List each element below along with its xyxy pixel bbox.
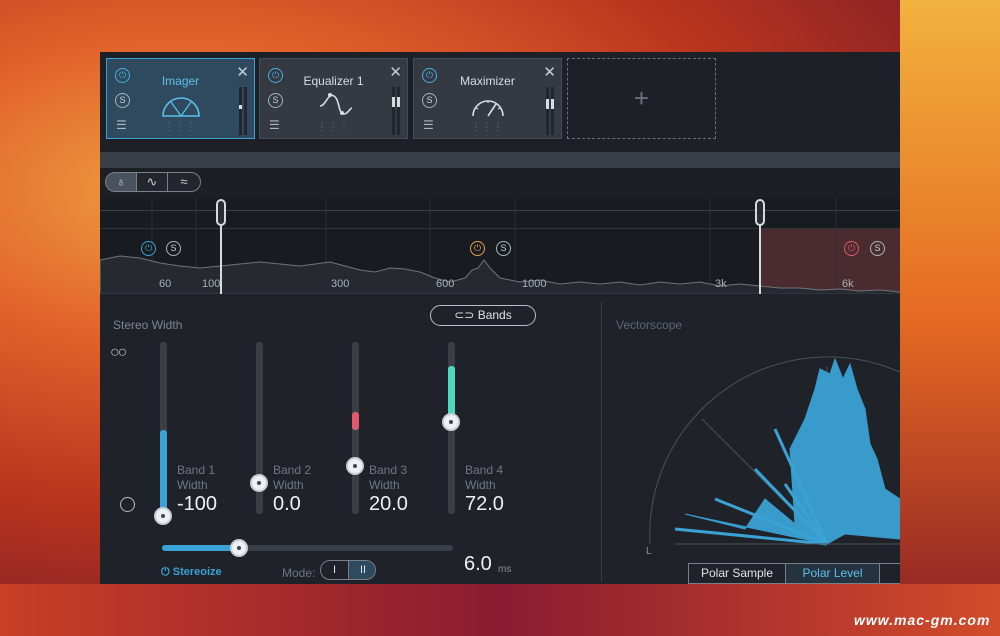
bands-button[interactable]: ⊂⊃ Bands xyxy=(430,305,536,326)
panel-divider xyxy=(100,152,900,168)
gauge-icon xyxy=(472,100,504,117)
freq-label: 300 xyxy=(331,278,350,290)
band-1-value: -100 xyxy=(177,493,218,515)
solo-button[interactable]: S xyxy=(115,93,130,108)
mode-label: Mode: xyxy=(282,566,316,580)
stereoize-toggle[interactable]: ⏻ Stereoize xyxy=(161,566,222,579)
panel-separator xyxy=(601,302,602,582)
vectorscope-mode-tabs: Polar Sample Polar Level xyxy=(688,563,900,584)
freq-label: 1000 xyxy=(522,278,547,290)
bands-button-label: Bands xyxy=(477,308,512,322)
band-4-solo-button[interactable]: S xyxy=(870,241,885,256)
link-icon: ⊂⊃ xyxy=(454,308,478,322)
drag-handle-icon[interactable]: ⋮⋮⋮ xyxy=(107,122,254,133)
vectorscope-display xyxy=(649,356,900,546)
left-channel-label: L xyxy=(646,546,652,557)
band-4-label: Band 4 Width xyxy=(465,463,504,492)
output-meter xyxy=(546,87,555,135)
solo-button[interactable]: S xyxy=(268,93,283,108)
close-icon[interactable]: ✕ xyxy=(236,63,249,81)
link-bands-icon[interactable]: ○○ xyxy=(110,344,127,362)
band-4-value: 72.0 xyxy=(465,493,504,515)
band-4-slider-knob[interactable] xyxy=(442,413,460,431)
desktop-wallpaper-bottom xyxy=(0,584,1000,636)
band-2-slider-knob[interactable] xyxy=(250,474,268,492)
tab-polar-level[interactable]: Polar Level xyxy=(786,564,880,583)
stereoize-slider-knob[interactable] xyxy=(230,539,248,557)
band-3-slider-knob[interactable] xyxy=(346,457,364,475)
crossover-handle-3[interactable] xyxy=(755,199,765,226)
imager-icon xyxy=(162,97,200,117)
power-icon: ⏻ xyxy=(161,566,173,578)
vectorscope-title: Vectorscope xyxy=(616,318,683,332)
band-2-solo-button[interactable]: S xyxy=(496,241,511,256)
band-3-width-slider[interactable] xyxy=(352,342,359,514)
delay-value: 6.0 xyxy=(464,553,492,575)
ozone-imager-window: ⏻ S ☰ Imager ✕ ⋮⋮⋮ ⏻ S ☰ Equalizer 1 ✕ ⋮… xyxy=(100,52,900,584)
close-icon[interactable]: ✕ xyxy=(389,63,402,81)
freq-label: 3k xyxy=(715,278,727,290)
crossover-spectrum[interactable]: ⏻ S ⏻ S ⏻ S 60 100 300 600 1000 3k 6k xyxy=(100,198,900,294)
tab-polar-sample[interactable]: Polar Sample xyxy=(689,564,786,583)
spectrum-icon[interactable]: ≈ xyxy=(167,172,201,192)
mode-selector: I II xyxy=(320,560,376,580)
crossover-line-3 xyxy=(759,214,761,294)
band-1-power-icon[interactable]: ⏻ xyxy=(141,241,156,256)
band-3-label: Band 3 Width xyxy=(369,463,408,492)
add-module-button[interactable]: + xyxy=(567,58,716,139)
module-title: Imager xyxy=(161,74,200,88)
mono-icon[interactable] xyxy=(120,497,135,512)
module-title: Maximizer xyxy=(460,74,515,88)
freq-label: 100 xyxy=(202,278,221,290)
watermark: www.mac-gm.com xyxy=(854,612,991,628)
mode-option-2[interactable]: II xyxy=(349,561,375,579)
split-person-icon[interactable]: ♁ xyxy=(105,172,137,192)
band-1-label: Band 1 Width xyxy=(177,463,216,492)
band-1-width-slider[interactable] xyxy=(160,342,167,514)
mode-option-1[interactable]: I xyxy=(321,561,349,579)
stereoize-delay-slider[interactable] xyxy=(162,545,453,551)
freq-label: 60 xyxy=(159,278,172,290)
freq-label: 6k xyxy=(842,278,854,290)
crossover-handle-1[interactable] xyxy=(216,199,226,226)
module-maximizer[interactable]: ⏻ S ☰ Maximizer ✕ ⋮⋮⋮ xyxy=(413,58,562,139)
module-imager[interactable]: ⏻ S ☰ Imager ✕ ⋮⋮⋮ xyxy=(106,58,255,139)
module-equalizer-1[interactable]: ⏻ S ☰ Equalizer 1 ✕ ⋮⋮⋮ xyxy=(259,58,408,139)
band-1-slider-knob[interactable] xyxy=(154,507,172,525)
eq-curve-icon xyxy=(319,93,353,115)
band-4-power-icon[interactable]: ⏻ xyxy=(844,241,859,256)
band-2-value: 0.0 xyxy=(273,493,301,515)
desktop-wallpaper-right xyxy=(900,0,1000,636)
view-toolbar: ♁ ∿ ≈ xyxy=(100,168,900,198)
band-3-value: 20.0 xyxy=(369,493,408,515)
solo-button[interactable]: S xyxy=(422,93,437,108)
freq-label: 600 xyxy=(436,278,455,290)
stereo-width-panel: Stereo Width ○○ ⊂⊃ Bands Band 1 Width -10… xyxy=(100,294,900,584)
delay-unit: ms xyxy=(498,564,512,575)
band-1-solo-button[interactable]: S xyxy=(166,241,181,256)
band-2-power-icon[interactable]: ⏻ xyxy=(470,241,485,256)
drag-handle-icon[interactable]: ⋮⋮⋮ xyxy=(260,122,407,133)
stereo-width-title: Stereo Width xyxy=(113,318,183,332)
close-icon[interactable]: ✕ xyxy=(543,63,556,81)
output-meter xyxy=(239,87,248,135)
band-2-label: Band 2 Width xyxy=(273,463,312,492)
module-title: Equalizer 1 xyxy=(303,74,364,88)
output-meter xyxy=(392,87,401,135)
drag-handle-icon[interactable]: ⋮⋮⋮ xyxy=(414,122,561,133)
waveform-icon[interactable]: ∿ xyxy=(136,172,168,192)
module-rack: ⏻ S ☰ Imager ✕ ⋮⋮⋮ ⏻ S ☰ Equalizer 1 ✕ ⋮… xyxy=(100,52,900,152)
